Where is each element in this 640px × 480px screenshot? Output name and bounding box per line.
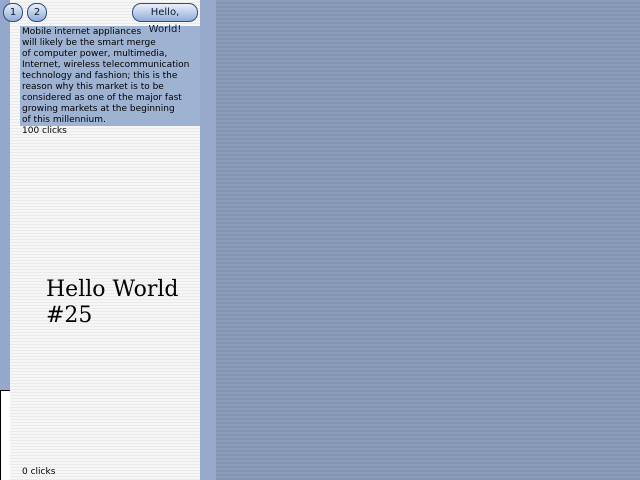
hello-world-button[interactable]: Hello, World!	[132, 3, 198, 35]
page-2-button[interactable]: 2	[27, 3, 47, 22]
bottom-click-counter: 0 clicks	[22, 467, 56, 477]
scroll-track[interactable]	[0, 390, 10, 480]
text-box: Mobile internet appliances will likely b…	[20, 26, 200, 126]
top-click-counter: 100 clicks	[22, 126, 67, 136]
side-panel: Mobile internet appliances will likely b…	[10, 0, 200, 480]
hello-world-title: Hello World #25	[46, 277, 179, 328]
page-1-button[interactable]: 1	[3, 3, 23, 22]
right-strip	[200, 0, 216, 480]
description-text: Mobile internet appliances will likely b…	[22, 27, 190, 125]
